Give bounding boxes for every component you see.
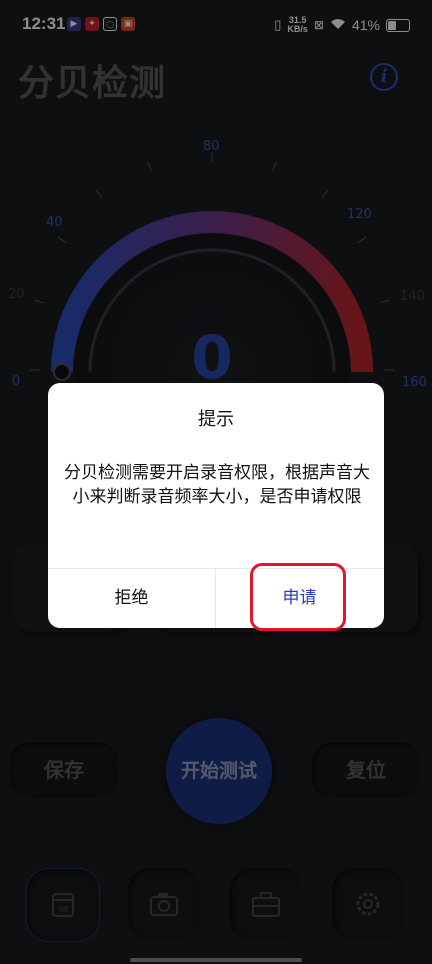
dialog-message: 分贝检测需要开启录音权限，根据声音大小来判断录音频率大小，是否申请权限	[64, 463, 370, 507]
dialog-title: 提示	[198, 409, 234, 430]
deny-button[interactable]: 拒绝	[48, 569, 215, 628]
apply-highlight-box	[250, 563, 346, 631]
